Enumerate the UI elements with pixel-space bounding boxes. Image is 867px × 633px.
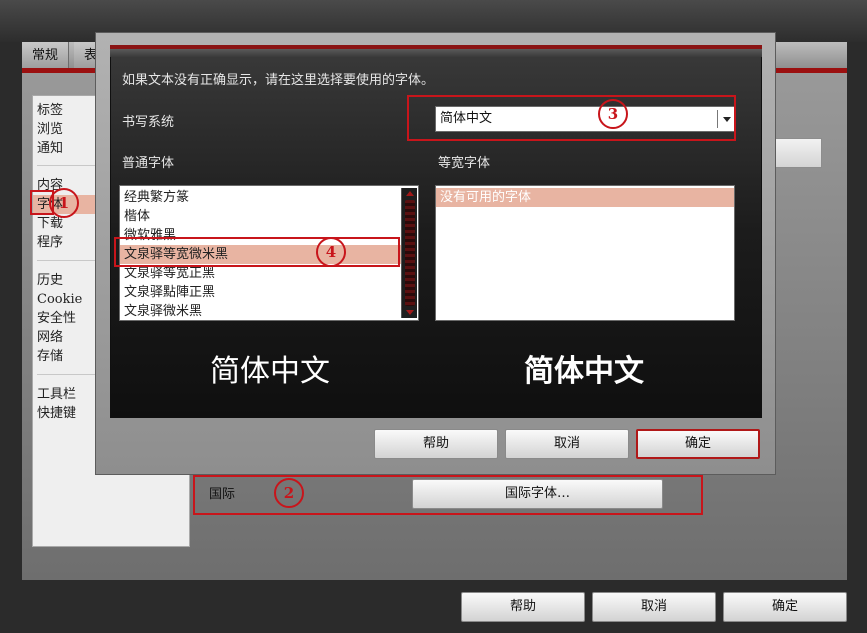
writing-system-select[interactable]: 简体中文: [435, 106, 735, 132]
scroll-up-icon[interactable]: [406, 191, 414, 196]
settings-cancel-button[interactable]: 取消: [592, 592, 716, 622]
font-list-item[interactable]: 微软雅黑: [124, 226, 404, 245]
font-list-item[interactable]: 文泉驿微米黑: [124, 302, 404, 320]
dialog-header-accent: [110, 45, 762, 49]
callout-number-2: 2: [274, 478, 304, 508]
normal-font-preview: 简体中文: [210, 354, 330, 389]
dialog-help-button[interactable]: 帮助: [374, 429, 498, 459]
font-list-item-selected[interactable]: 文泉驿等宽微米黑: [120, 245, 402, 264]
callout-number-1: 1: [49, 188, 79, 218]
international-fonts-button[interactable]: 国际字体…: [412, 479, 663, 509]
callout-number-4: 4: [316, 237, 346, 267]
normal-font-list[interactable]: 经典繁方篆 楷体 微软雅黑 文泉驿等宽微米黑 文泉驿等宽正黑 文泉驿點陣正黑 文…: [119, 185, 419, 321]
settings-ok-button[interactable]: 确定: [723, 592, 847, 622]
writing-system-label: 书写系统: [122, 115, 175, 130]
font-list-item[interactable]: 楷体: [124, 207, 404, 226]
callout-number-3: 3: [598, 99, 628, 129]
select-divider: [717, 110, 718, 128]
tab-general[interactable]: 常规: [22, 42, 70, 70]
partially-hidden-button[interactable]: [772, 138, 822, 168]
font-list-item[interactable]: 文泉驿點陣正黑: [124, 283, 404, 302]
dialog-cancel-button[interactable]: 取消: [505, 429, 629, 459]
international-label: 国际: [209, 487, 236, 502]
dialog-instruction: 如果文本没有正确显示，请在这里选择要使用的字体。: [122, 73, 435, 88]
chevron-down-icon[interactable]: [723, 117, 731, 122]
settings-help-button[interactable]: 帮助: [461, 592, 585, 622]
scroll-thumb[interactable]: [405, 200, 415, 306]
writing-system-value: 简体中文: [440, 111, 493, 126]
mono-font-label: 等宽字体: [438, 156, 491, 171]
font-list-item[interactable]: 经典繁方篆: [124, 188, 404, 207]
font-list-scrollbar[interactable]: [401, 188, 417, 318]
dialog-ok-button[interactable]: 确定: [636, 429, 760, 459]
normal-font-label: 普通字体: [122, 156, 175, 171]
mono-font-list[interactable]: 没有可用的字体: [435, 185, 735, 321]
scroll-down-icon[interactable]: [406, 310, 414, 315]
mono-font-preview: 简体中文: [524, 354, 644, 389]
mono-list-item-selected[interactable]: 没有可用的字体: [436, 188, 734, 207]
font-list-item[interactable]: 文泉驿等宽正黑: [124, 264, 404, 283]
